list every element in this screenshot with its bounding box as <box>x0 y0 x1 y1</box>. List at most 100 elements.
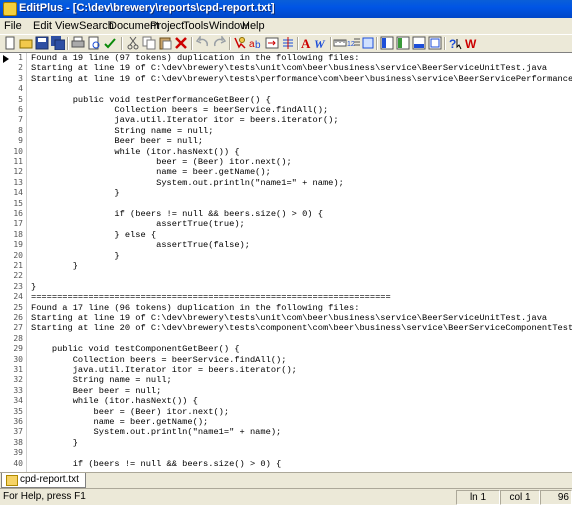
tab-cpd-report[interactable]: cpd-report.txt <box>1 473 86 488</box>
code-line[interactable]: 3 Starting at line 19 of C:\dev\brewery\t… <box>0 74 572 84</box>
code-line[interactable]: 6 Collection beers = beerService.findAll… <box>0 105 572 115</box>
code-line[interactable]: 12 name = beer.getName(); <box>0 167 572 177</box>
code-line[interactable]: 24 ======================================… <box>0 292 572 302</box>
svg-text:?: ? <box>449 37 456 50</box>
print-preview-icon[interactable] <box>87 36 101 50</box>
menu-view[interactable]: View <box>55 19 79 33</box>
line-number-icon[interactable]: 12 <box>347 36 361 50</box>
code-line[interactable]: 30 Collection beers = beerService.findAl… <box>0 355 572 365</box>
line-number: 14 <box>13 188 23 198</box>
code-line[interactable]: 22 <box>0 271 572 281</box>
undo-icon[interactable] <box>195 34 210 50</box>
paste-icon[interactable] <box>158 36 172 50</box>
line-text: public void testPerformanceGetBeer() { <box>31 94 271 105</box>
code-line[interactable]: 10 while (itor.hasNext()) { <box>0 147 572 157</box>
text-editor[interactable]: 1 Found a 19 line (97 tokens) duplication… <box>0 52 572 473</box>
code-line[interactable]: 8 String name = null; <box>0 126 572 136</box>
ruler-icon[interactable] <box>333 36 347 50</box>
context-help-icon[interactable]: W <box>464 36 478 51</box>
code-line[interactable]: 36 name = beer.getName(); <box>0 417 572 427</box>
code-line[interactable]: 7 java.util.Iterator itor = beers.iterat… <box>0 115 572 125</box>
app-icon[interactable] <box>3 2 17 16</box>
code-line[interactable]: 5 public void testPerformanceGetBeer() { <box>0 95 572 105</box>
print-icon[interactable] <box>71 36 85 50</box>
code-line[interactable]: 18 } else { <box>0 230 572 240</box>
svg-text:b: b <box>255 40 261 50</box>
toolbar-separator <box>121 37 123 50</box>
line-number: 13 <box>13 177 23 187</box>
code-line[interactable]: 23} <box>0 282 572 292</box>
code-line[interactable]: 2 Starting at line 19 of C:\dev\brewery\t… <box>0 63 572 73</box>
line-text: while (itor.hasNext()) { <box>31 146 240 157</box>
font-icon[interactable]: A <box>300 36 314 51</box>
code-line[interactable]: 40 if (beers != null && beers.size() > 0… <box>0 459 572 469</box>
delete-icon[interactable] <box>174 36 188 50</box>
code-line[interactable]: 20 } <box>0 251 572 261</box>
save-all-icon[interactable] <box>51 36 66 51</box>
insert-icon[interactable] <box>281 36 295 50</box>
code-line[interactable]: 31 java.util.Iterator itor = beers.itera… <box>0 365 572 375</box>
code-line[interactable]: 28 <box>0 334 572 344</box>
code-line[interactable]: 13 System.out.println("name1=" + name); <box>0 178 572 188</box>
code-line[interactable]: 16 if (beers != null && beers.size() > 0… <box>0 209 572 219</box>
fullscreen-icon[interactable] <box>428 36 442 50</box>
directory-icon[interactable] <box>396 36 410 50</box>
toolbar-separator <box>376 37 378 50</box>
redo-icon[interactable] <box>212 34 227 50</box>
menu-help[interactable]: Help <box>242 19 265 33</box>
line-number: 25 <box>13 302 23 312</box>
cliptext-icon[interactable] <box>380 36 394 50</box>
code-line[interactable]: 17 assertTrue(true); <box>0 219 572 229</box>
code-line[interactable]: 4 <box>0 84 572 94</box>
code-line[interactable]: 9 Beer beer = null; <box>0 136 572 146</box>
cut-icon[interactable] <box>126 36 140 50</box>
code-line[interactable]: 35 beer = (Beer) itor.next(); <box>0 407 572 417</box>
code-line[interactable]: 34 while (itor.hasNext()) { <box>0 396 572 406</box>
code-line[interactable]: 32 String name = null; <box>0 375 572 385</box>
code-line[interactable]: 39 <box>0 448 572 458</box>
goto-icon[interactable] <box>265 36 279 50</box>
column-select-icon[interactable] <box>361 36 375 50</box>
help-icon[interactable]: ? <box>448 36 462 51</box>
code-line[interactable]: 37 System.out.println("name1=" + name); <box>0 427 572 437</box>
menu-file[interactable]: File <box>4 19 22 33</box>
code-line[interactable]: 38 } <box>0 438 572 448</box>
status-line: ln 1 <box>456 490 500 505</box>
output-icon[interactable] <box>412 36 426 50</box>
menu-tools[interactable]: Tools <box>183 19 209 33</box>
toolbar-separator <box>444 37 446 50</box>
line-text: } else { <box>31 229 157 240</box>
code-line[interactable]: 11 beer = (Beer) itor.next(); <box>0 157 572 167</box>
code-line[interactable]: 15 <box>0 199 572 209</box>
replace-icon[interactable]: ab <box>249 36 263 51</box>
code-line[interactable]: 14 } <box>0 188 572 198</box>
code-line[interactable]: 26 Starting at line 19 of C:\dev\brewery\… <box>0 313 572 323</box>
line-text: Found a 17 line (96 tokens) duplication … <box>31 302 360 313</box>
code-line[interactable]: 27 Starting at line 20 of C:\dev\brewery\… <box>0 323 572 333</box>
menu-bar: File Edit View Search Document Project T… <box>0 18 572 34</box>
status-help-text: For Help, press F1 <box>3 491 86 502</box>
code-line[interactable]: 33 Beer beer = null; <box>0 386 572 396</box>
spell-check-icon[interactable] <box>103 36 117 50</box>
line-number: 31 <box>13 365 23 374</box>
copy-icon[interactable] <box>142 36 156 50</box>
new-icon[interactable] <box>3 36 17 50</box>
line-number: 9 <box>18 136 23 146</box>
save-icon[interactable] <box>35 36 49 50</box>
find-icon[interactable] <box>233 36 247 50</box>
open-icon[interactable] <box>19 36 33 50</box>
code-line[interactable]: 25 Found a 17 line (96 tokens) duplicatio… <box>0 303 572 313</box>
code-line[interactable]: 29 public void testComponentGetBeer() { <box>0 344 572 354</box>
line-number: 3 <box>18 73 23 83</box>
line-number: 27 <box>13 323 23 333</box>
line-text: Found a 19 line (97 tokens) duplication … <box>31 53 360 63</box>
line-number: 22 <box>13 271 23 281</box>
title-bar[interactable]: EditPlus - [C:\dev\brewery\reports\cpd-r… <box>0 0 572 18</box>
menu-project[interactable]: Project <box>150 19 184 33</box>
line-text: assertTrue(false); <box>31 240 250 251</box>
code-line[interactable]: 21 } <box>0 261 572 271</box>
word-wrap-icon[interactable]: W <box>314 36 328 51</box>
code-line[interactable]: 19 assertTrue(false); <box>0 240 572 250</box>
menu-edit[interactable]: Edit <box>33 19 52 33</box>
code-line[interactable]: 1 Found a 19 line (97 tokens) duplication… <box>0 53 572 63</box>
